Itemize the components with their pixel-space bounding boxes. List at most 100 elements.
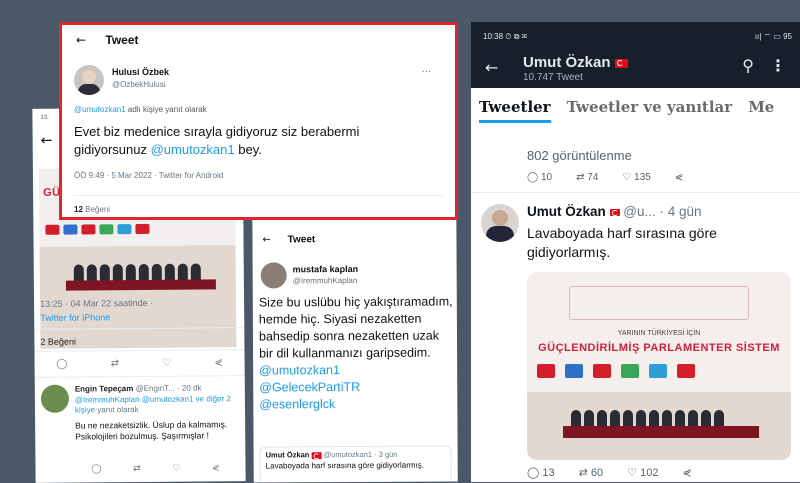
- reply-author-name[interactable]: Engin Tepeçam: [75, 384, 134, 394]
- tweet-timestamp: ÖÖ 9:49 · 5 Mar 2022 · Twitter for Andro…: [74, 171, 224, 180]
- reply-icon: ◯: [527, 466, 540, 479]
- reply-avatar[interactable]: [40, 384, 70, 413]
- profile-name-text: Umut Özkan: [523, 54, 611, 71]
- tweet-mention[interactable]: @umutozkan1: [151, 142, 235, 157]
- retweet-icon[interactable]: ⇄: [111, 358, 119, 369]
- tweet-timestamp: 13:25 · 04 Mar 22 saatinde ·: [40, 297, 154, 309]
- like-button[interactable]: ♡ 102: [627, 466, 658, 479]
- view-count: 802 görüntülenme: [527, 148, 632, 163]
- banner-title: GÜÇLENDİRİLMİŞ PARLAMENTER SİSTEM: [538, 342, 780, 354]
- search-icon[interactable]: ⚲: [742, 56, 754, 75]
- tweet-actions: ◯ ⇄ ♡ ⋞: [35, 357, 245, 370]
- mention-gelecekpartitr[interactable]: @GelecekPartiTR: [259, 380, 360, 395]
- party-logos: [537, 364, 695, 378]
- tweet-photo[interactable]: YARININ TÜRKİYESİ İÇİN GÜÇLENDİRİLMİŞ PA…: [527, 272, 791, 460]
- reply-icon[interactable]: ◯: [91, 464, 101, 474]
- panel-table: [65, 279, 216, 291]
- banner-subtitle: YARININ TÜRKİYESİ İÇİN: [617, 330, 701, 337]
- author-handle-date: @u... · 4 gün: [623, 204, 702, 219]
- share-icon[interactable]: ⋞: [675, 172, 683, 183]
- reply-icon[interactable]: ◯: [56, 359, 67, 370]
- retweet-icon[interactable]: ⇄: [133, 464, 141, 474]
- like-icon[interactable]: ♡: [162, 358, 171, 369]
- reply-button[interactable]: ◯ 10: [527, 172, 552, 183]
- tab-tweets-and-replies[interactable]: Tweetler ve yanıtlar: [567, 98, 733, 124]
- tweet-text-end: bey.: [234, 142, 262, 157]
- highlighted-tweet-screenshot: ← Tweet Hulusi Özbek @OzbekHulusi ··· @u…: [59, 22, 458, 220]
- divider: [34, 349, 245, 352]
- retweet-count: 74: [587, 172, 599, 183]
- back-arrow-icon[interactable]: ←: [262, 234, 270, 245]
- like-count: 102: [640, 467, 659, 479]
- profile-name: Umut Özkan: [523, 54, 628, 71]
- panel-table: [563, 426, 759, 438]
- tab-tweets[interactable]: Tweetler: [479, 98, 551, 123]
- replying-to-suffix: adlı kişiye yanıt olarak: [125, 105, 207, 114]
- back-arrow-icon[interactable]: ←: [41, 133, 53, 149]
- likes-count[interactable]: 2 Beğeni: [40, 337, 76, 347]
- tweet-text: Evet biz medenice sırayla gidiyoruz siz …: [74, 123, 434, 159]
- divider: [34, 375, 245, 378]
- tweet-text-main: Size bu uslübu hiç yakıştıramadım, hemde…: [258, 294, 453, 361]
- divider: [471, 192, 800, 193]
- reply-replying-to: @IremmuhKaplan @umutozkan1 ve diğer 2 ki…: [75, 394, 243, 415]
- retweet-count: 60: [590, 467, 604, 479]
- tweet-count: 10.747 Tweet: [523, 72, 583, 83]
- reply-count: 13: [542, 467, 555, 479]
- quoted-tweet[interactable]: Umut Özkan @umutozkan1 · 3 gün Lavaboyad…: [259, 445, 452, 483]
- tweet-header: ← Tweet: [76, 33, 139, 47]
- quoted-author-handle: @umutozkan1 · 3 gün: [323, 449, 398, 460]
- replying-to-handle[interactable]: @umutozkan1: [74, 105, 126, 114]
- reply-actions: ◯ ⇄ ♡ ⋞: [75, 463, 235, 474]
- reply-count: 10: [540, 172, 553, 183]
- share-icon[interactable]: ⋞: [212, 463, 220, 473]
- more-options-icon[interactable]: ⋮: [770, 56, 786, 75]
- reply-button[interactable]: ◯ 13: [527, 466, 555, 479]
- share-icon[interactable]: ⋞: [682, 466, 691, 479]
- author-name[interactable]: mustafa kaplan: [293, 264, 359, 274]
- reply-icon: ◯: [527, 172, 539, 183]
- replying-mentions[interactable]: @IremmuhKaplan @umutozkan1 ve: [75, 394, 204, 404]
- tweet-text: Size bu uslübu hiç yakıştıramadım, hemde…: [259, 293, 456, 413]
- status-bar-right: ıı| ⌔ ▭ 95: [754, 32, 792, 41]
- tab-media[interactable]: Me: [748, 98, 774, 124]
- back-arrow-icon[interactable]: ←: [485, 58, 498, 77]
- retweet-button[interactable]: ⇄ 74: [576, 172, 598, 183]
- more-options-icon[interactable]: ···: [421, 67, 431, 78]
- party-logos: [45, 223, 150, 235]
- like-count: 135: [634, 172, 651, 183]
- header-title: Tweet: [287, 234, 316, 246]
- retweet-icon: ⇄: [578, 466, 588, 479]
- turkey-flag-icon: [609, 208, 620, 216]
- share-icon[interactable]: ⋞: [214, 357, 222, 368]
- quoted-tweet-text: Lavaboyada harf sırasına göre gidiyorlar…: [265, 460, 424, 471]
- replying-suffix: yanıt olarak: [94, 405, 139, 415]
- like-icon[interactable]: ♡: [172, 464, 180, 474]
- likes-label: Beğeni: [82, 205, 111, 214]
- reply-header: Engin Tepeçam @EnginT... · 20 dk: [75, 383, 202, 393]
- timeline: 802 görüntülenme ◯ 10 ⇄ 74 ♡ 135 ⋞ Umut …: [471, 124, 800, 482]
- like-icon: ♡: [627, 466, 638, 479]
- turkey-flag-icon: [614, 58, 628, 68]
- author-avatar[interactable]: [260, 262, 287, 289]
- like-icon: ♡: [622, 172, 632, 183]
- previous-tweet-action-bar: ◯ 10 ⇄ 74 ♡ 135 ⋞: [527, 172, 683, 183]
- tweet-source-link[interactable]: Twitter for iPhone: [40, 312, 110, 323]
- likes-count[interactable]: 12 Beğeni: [74, 205, 110, 214]
- back-arrow-icon[interactable]: ←: [76, 33, 86, 47]
- tweet-header: Umut Özkan @u... · 4 gün: [527, 204, 702, 219]
- reply-text: Bu ne nezaketsizlik. Üslup da kalmamış. …: [75, 419, 228, 442]
- like-button[interactable]: ♡ 135: [622, 172, 650, 183]
- author-avatar[interactable]: [74, 65, 104, 95]
- author-name[interactable]: Umut Özkan: [527, 204, 606, 219]
- reply-tweet-screenshot: ← Tweet mustafa kaplan @IremmuhKaplan Si…: [252, 197, 458, 483]
- author-avatar[interactable]: [481, 204, 519, 242]
- mention-umutozkan1[interactable]: @umutozkan1: [259, 363, 340, 377]
- reply-author-handle: @EnginT... · 20 dk: [135, 383, 202, 394]
- retweet-button[interactable]: ⇄ 60: [579, 466, 604, 479]
- author-handle[interactable]: @IremmuhKaplan: [293, 276, 358, 285]
- author-name[interactable]: Hulusi Özbek: [112, 67, 169, 77]
- mention-esenlerglck[interactable]: @esenlerglck: [259, 397, 335, 411]
- author-handle[interactable]: @OzbekHulusi: [112, 80, 165, 89]
- likes-number: 12: [74, 205, 83, 214]
